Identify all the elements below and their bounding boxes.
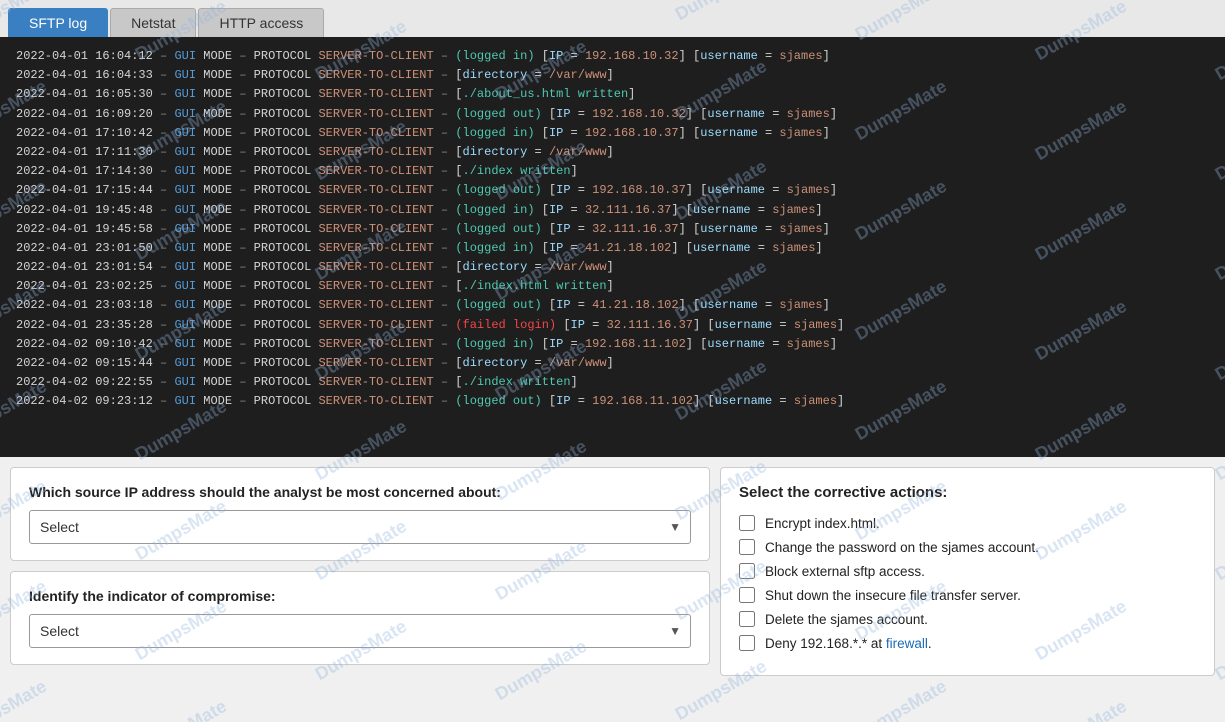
log-line: 2022-04-01 16:04:12 – GUI MODE – PROTOCO…: [16, 47, 1209, 66]
question1-select[interactable]: Select192.168.10.32192.168.10.3732.111.1…: [29, 510, 691, 544]
log-line: 2022-04-01 16:05:30 – GUI MODE – PROTOCO…: [16, 85, 1209, 104]
log-line: 2022-04-01 16:09:20 – GUI MODE – PROTOCO…: [16, 105, 1209, 124]
log-line: 2022-04-02 09:10:42 – GUI MODE – PROTOCO…: [16, 335, 1209, 354]
question2-select[interactable]: SelectFailed login attemptDirectory trav…: [29, 614, 691, 648]
question1-select-wrapper: Select192.168.10.32192.168.10.3732.111.1…: [29, 510, 691, 544]
log-line: 2022-04-01 23:02:25 – GUI MODE – PROTOCO…: [16, 277, 1209, 296]
log-line: 2022-04-01 17:15:44 – GUI MODE – PROTOCO…: [16, 181, 1209, 200]
log-line: 2022-04-01 23:01:50 – GUI MODE – PROTOCO…: [16, 239, 1209, 258]
checkbox-change-password[interactable]: [739, 539, 755, 555]
checkbox-delete-account[interactable]: [739, 611, 755, 627]
checkbox-block-sftp[interactable]: [739, 563, 755, 579]
tabs-bar: SFTP log Netstat HTTP access: [0, 0, 1225, 37]
checkbox-item-delete-account: Delete the sjames account.: [739, 611, 1196, 627]
checkbox-item-block-sftp: Block external sftp access.: [739, 563, 1196, 579]
label-shutdown-insecure[interactable]: Shut down the insecure file transfer ser…: [765, 588, 1021, 603]
log-line: 2022-04-01 17:14:30 – GUI MODE – PROTOCO…: [16, 162, 1209, 181]
log-line: 2022-04-01 23:03:18 – GUI MODE – PROTOCO…: [16, 296, 1209, 315]
log-line: 2022-04-02 09:23:12 – GUI MODE – PROTOCO…: [16, 392, 1209, 411]
question2-label: Identify the indicator of compromise:: [29, 588, 691, 604]
question2-box: Identify the indicator of compromise: Se…: [10, 571, 710, 665]
left-panel: Which source IP address should the analy…: [10, 467, 720, 676]
corrective-actions: Encrypt index.html. Change the password o…: [739, 515, 1196, 651]
log-line: 2022-04-01 16:04:33 – GUI MODE – PROTOCO…: [16, 66, 1209, 85]
checkbox-item-change-password: Change the password on the sjames accoun…: [739, 539, 1196, 555]
question2-select-wrapper: SelectFailed login attemptDirectory trav…: [29, 614, 691, 648]
log-line: 2022-04-01 17:10:42 – GUI MODE – PROTOCO…: [16, 124, 1209, 143]
tab-sftp[interactable]: SFTP log: [8, 8, 108, 37]
corrective-title: Select the corrective actions:: [739, 484, 1196, 501]
tab-http[interactable]: HTTP access: [198, 8, 324, 37]
label-delete-account[interactable]: Delete the sjames account.: [765, 612, 928, 627]
log-container: 2022-04-01 16:04:12 – GUI MODE – PROTOCO…: [0, 37, 1225, 457]
log-line: 2022-04-02 09:15:44 – GUI MODE – PROTOCO…: [16, 354, 1209, 373]
log-line: 2022-04-01 19:45:48 – GUI MODE – PROTOCO…: [16, 201, 1209, 220]
log-line: 2022-04-01 23:01:54 – GUI MODE – PROTOCO…: [16, 258, 1209, 277]
checkbox-shutdown-insecure[interactable]: [739, 587, 755, 603]
question1-box: Which source IP address should the analy…: [10, 467, 710, 561]
log-line: 2022-04-01 19:45:58 – GUI MODE – PROTOCO…: [16, 220, 1209, 239]
checkbox-encrypt[interactable]: [739, 515, 755, 531]
label-encrypt[interactable]: Encrypt index.html.: [765, 516, 880, 531]
log-line: 2022-04-01 17:11:30 – GUI MODE – PROTOCO…: [16, 143, 1209, 162]
checkbox-item-deny-ip: Deny 192.168.*.* at firewall.: [739, 635, 1196, 651]
bottom-section: Which source IP address should the analy…: [0, 457, 1225, 686]
checkbox-item-shutdown-insecure: Shut down the insecure file transfer ser…: [739, 587, 1196, 603]
checkbox-deny-ip[interactable]: [739, 635, 755, 651]
label-block-sftp[interactable]: Block external sftp access.: [765, 564, 925, 579]
log-line: 2022-04-01 23:35:28 – GUI MODE – PROTOCO…: [16, 316, 1209, 335]
tab-netstat[interactable]: Netstat: [110, 8, 196, 37]
question1-label: Which source IP address should the analy…: [29, 484, 691, 500]
log-line: 2022-04-02 09:22:55 – GUI MODE – PROTOCO…: [16, 373, 1209, 392]
label-deny-ip[interactable]: Deny 192.168.*.* at firewall.: [765, 636, 932, 651]
label-change-password[interactable]: Change the password on the sjames accoun…: [765, 540, 1039, 555]
right-panel: Select the corrective actions: Encrypt i…: [720, 467, 1215, 676]
checkbox-item-encrypt: Encrypt index.html.: [739, 515, 1196, 531]
